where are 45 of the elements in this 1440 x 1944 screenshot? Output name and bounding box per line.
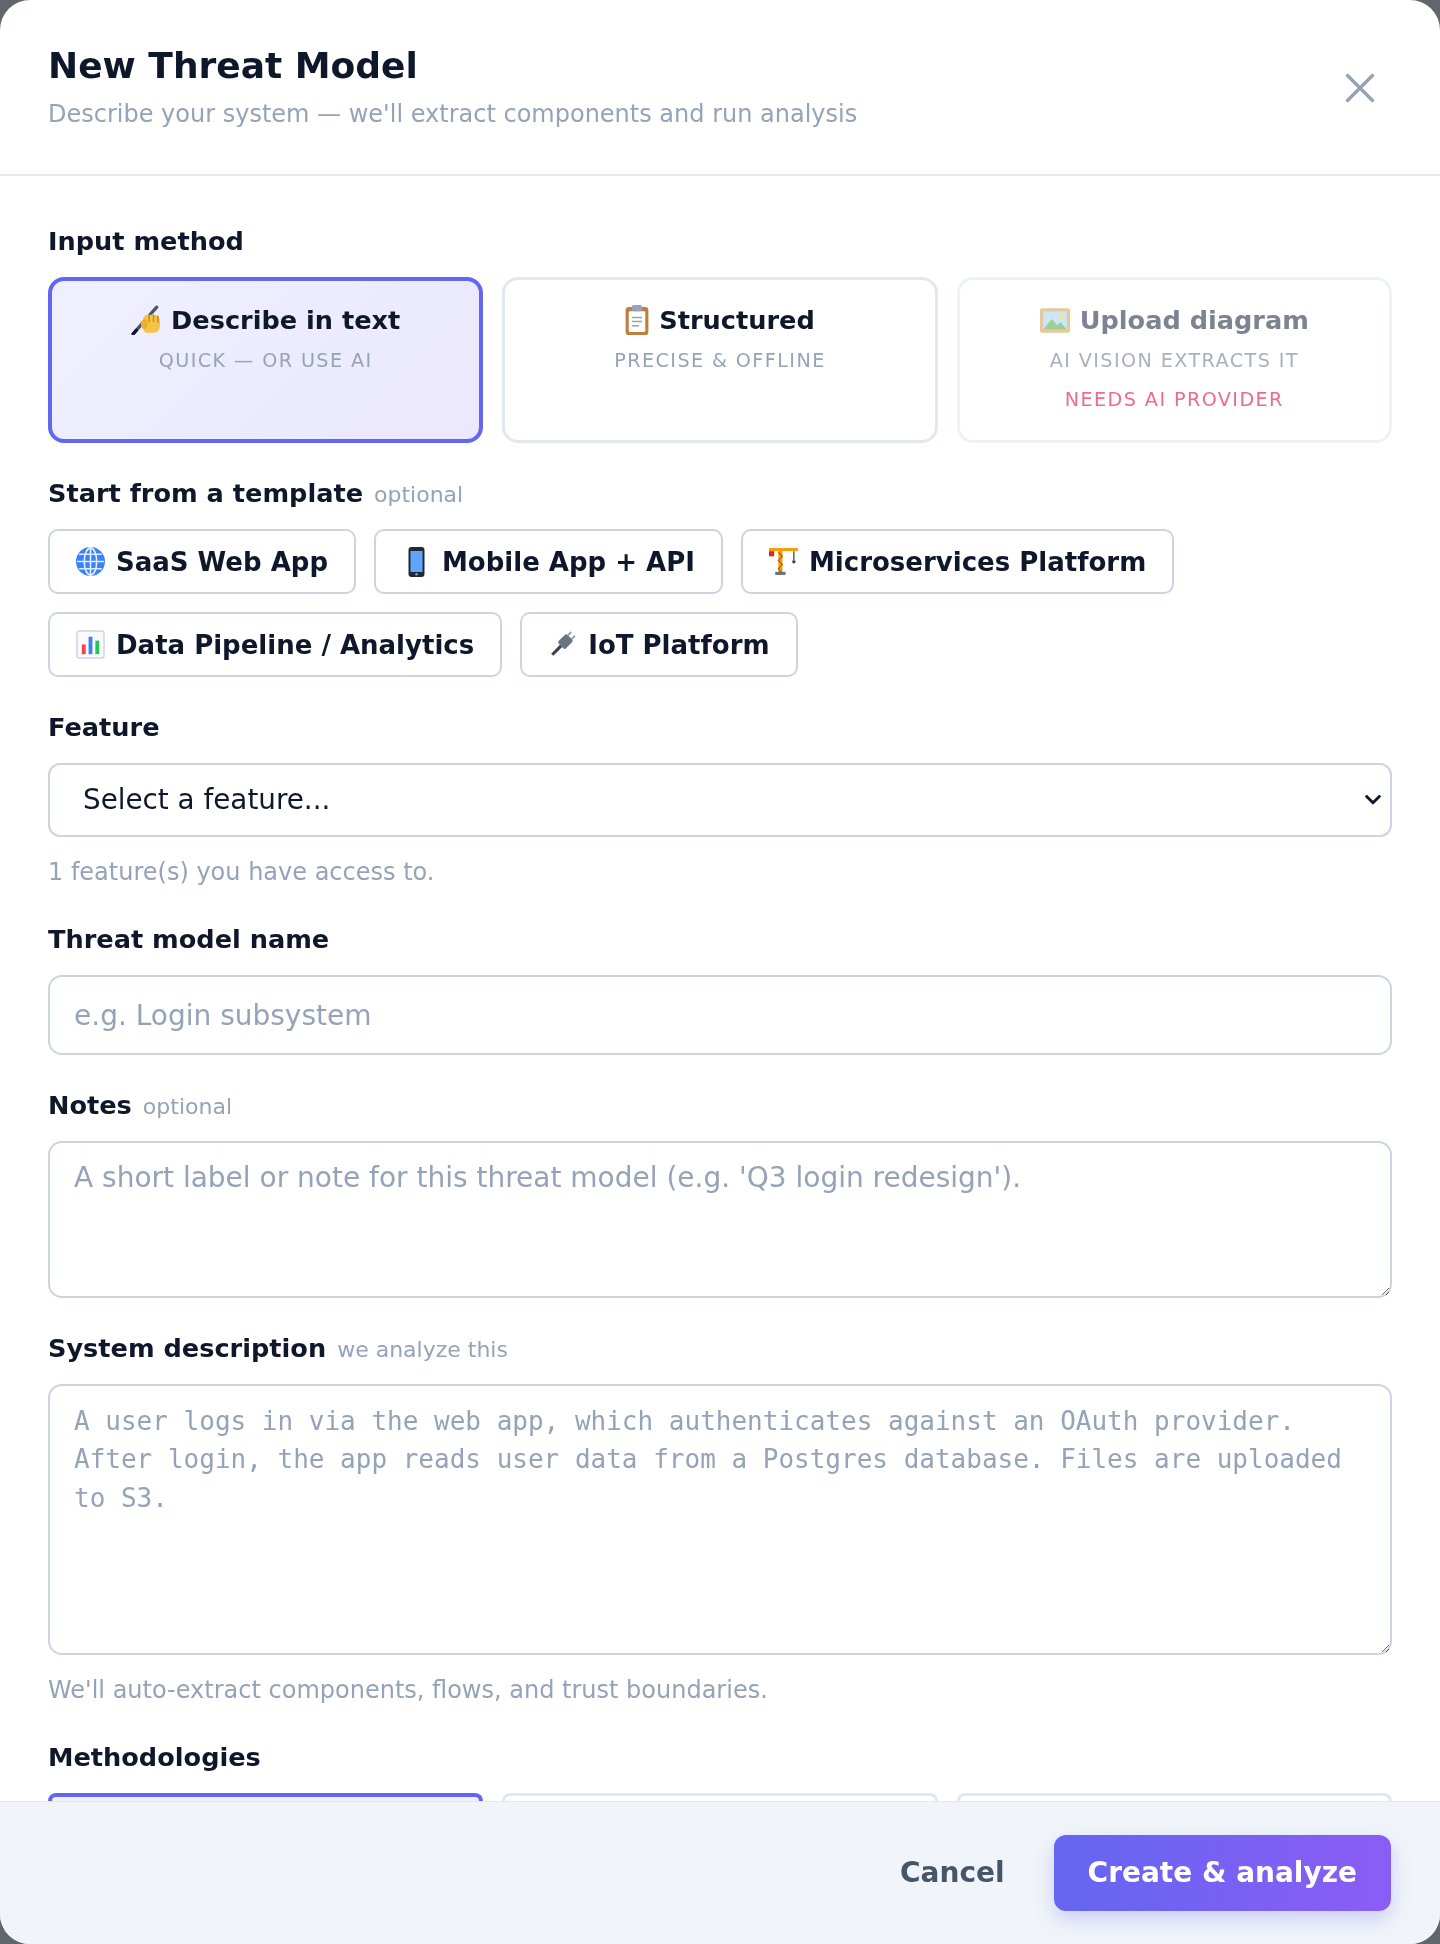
template-chip[interactable]: IoT Platform — [520, 612, 798, 677]
field-label: Methodologies — [48, 1742, 261, 1772]
description-textarea[interactable]: A user logs in via the web app, which authenticates against an OAuth provider. After login, the app reads user data from a Postgres database. Files are uploaded to S3. — [48, 1384, 1392, 1655]
name-input[interactable]: e.g. Login subsystem — [48, 975, 1392, 1055]
create-analyze-button[interactable]: Create & analyze — [1053, 1835, 1391, 1911]
template-chip[interactable]: Microservices Platform — [740, 529, 1175, 594]
methodology-card[interactable] — [48, 1793, 484, 1801]
template-chip[interactable]: Data Pipeline / Analytics — [48, 612, 503, 677]
framed-picture-icon — [1039, 307, 1070, 333]
field-label: Threat model name — [48, 924, 330, 954]
field-label: Start from a template — [48, 478, 364, 508]
help-text: 1 feature(s) you have access to. — [48, 858, 436, 886]
template-chip[interactable]: Mobile App + API — [374, 529, 723, 594]
field-label: Notes — [48, 1090, 132, 1120]
mobile-phone-icon — [408, 546, 425, 577]
hint-text: we analyze this — [337, 1336, 508, 1364]
field-label: System description — [48, 1333, 327, 1363]
template-chip[interactable]: SaaS Web App — [48, 529, 356, 594]
crane-icon — [768, 548, 798, 575]
option-subtitle: PRECISE & OFFLINE — [613, 348, 827, 374]
input-method-card[interactable]: Structured PRECISE & OFFLINE — [502, 277, 938, 443]
option-title: Structured — [659, 303, 815, 337]
writing-hand-icon — [131, 305, 162, 335]
option-subtitle: AI VISION EXTRACTS IT — [1048, 348, 1300, 374]
chevron-down-icon — [1365, 795, 1381, 805]
feature-select[interactable]: Select a feature... — [48, 763, 1392, 837]
plug-icon — [548, 630, 578, 659]
option-title: Describe in text — [171, 303, 401, 337]
cancel-button[interactable]: Cancel — [880, 1846, 1025, 1900]
input-method-card[interactable]: Describe in text QUICK — OR USE AI — [48, 277, 484, 443]
hint-text: optional — [142, 1093, 232, 1121]
hint-text: optional — [374, 481, 464, 509]
field-label: Input method — [48, 226, 244, 256]
field-label: Feature — [48, 712, 160, 742]
clipboard-icon — [625, 305, 650, 335]
notes-textarea[interactable]: A short label or note for this threat model (e.g. 'Q3 login redesign'). — [48, 1141, 1392, 1298]
warning-note: NEEDS AI PROVIDER — [1063, 387, 1285, 413]
option-title: Upload diagram — [1079, 303, 1309, 337]
help-text: We'll auto-extract components, flows, and trust boundaries. — [48, 1676, 769, 1704]
dialog-title: New Threat Model — [48, 44, 419, 87]
bar-chart-icon — [76, 630, 105, 659]
option-subtitle: QUICK — OR USE AI — [157, 348, 374, 374]
dialog-subtitle: Describe your system — we'll extract components and run analysis — [48, 99, 858, 130]
globe-icon — [76, 547, 105, 576]
close-icon — [1346, 74, 1374, 102]
